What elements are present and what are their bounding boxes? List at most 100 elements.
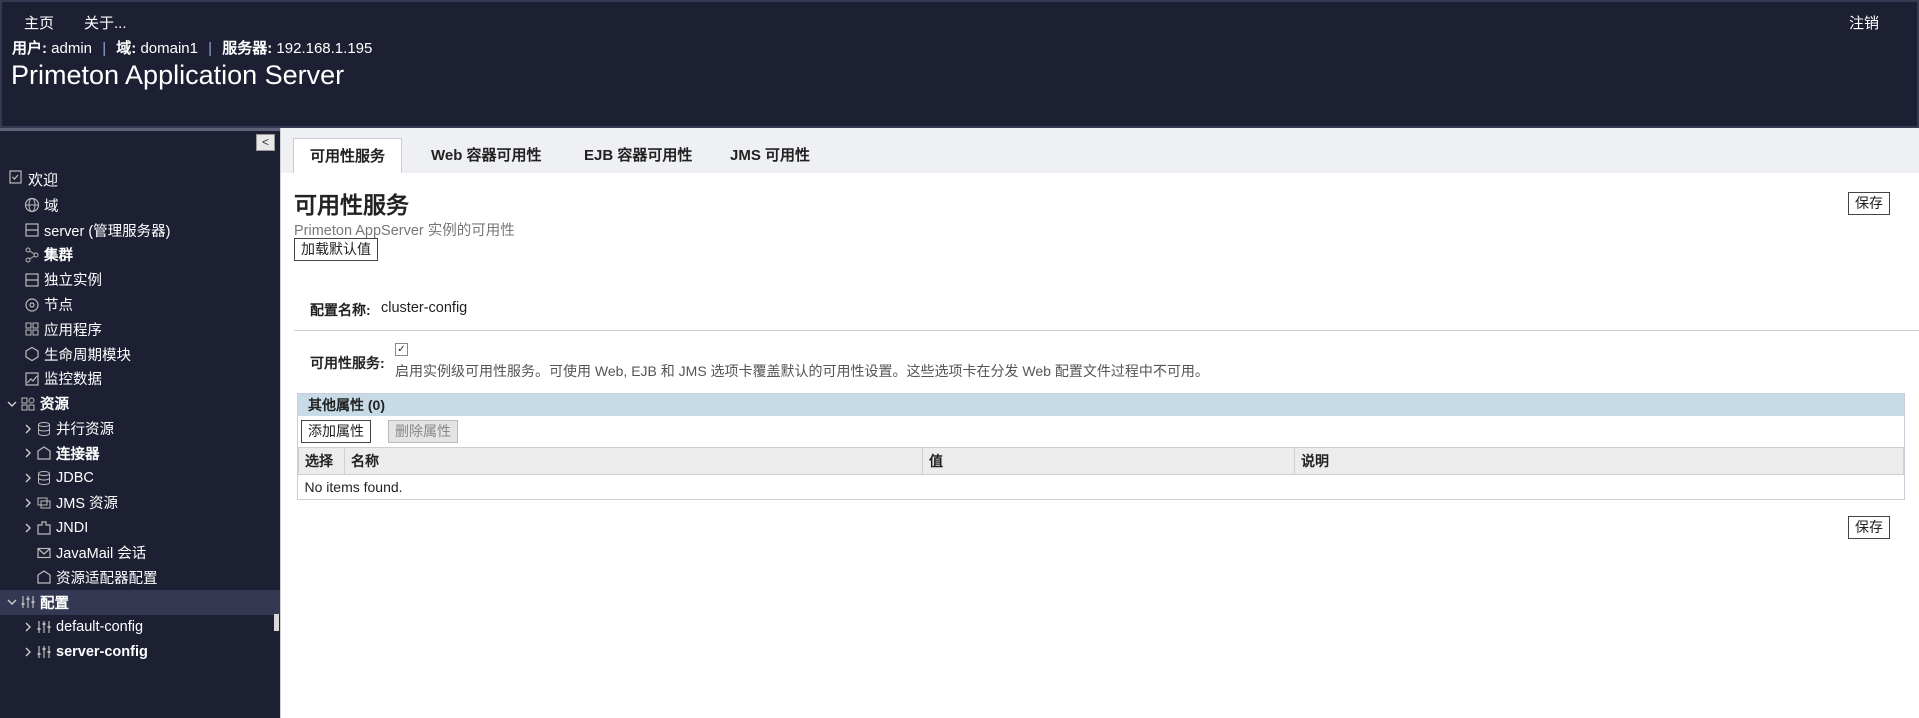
separator: | [208,40,213,57]
sidebar-item-label: 域 [44,198,59,215]
sidebar-item-lifecycle-modules[interactable]: 生命周期模块 [0,342,280,367]
sidebar-item-label: 应用程序 [44,322,102,339]
sidebar-item-label: 监控数据 [44,372,102,389]
server-icon [24,222,40,238]
sidebar-item-label: 节点 [44,298,73,315]
column-header-name[interactable]: 名称 [344,447,923,475]
add-property-button[interactable]: 添加属性 [301,420,371,443]
sidebar-item-connectors[interactable]: 连接器 [0,441,280,466]
load-defaults-button[interactable]: 加载默认值 [294,238,378,261]
sidebar-item-jdbc[interactable]: JDBC [0,466,280,491]
tab-ejb-container-availability[interactable]: EJB 容器可用性 [568,138,708,173]
properties-grid: 选择 名称 值 说明 No items found. [298,447,1904,499]
availability-service-checkbox[interactable]: ✓ [395,343,408,356]
chevron-right-icon[interactable] [22,522,34,534]
save-button-bottom[interactable]: 保存 [1848,516,1890,539]
chevron-right-icon[interactable] [22,646,34,658]
sidebar-item-server[interactable]: server (管理服务器) [0,218,280,243]
sidebar-item-label: JMS 资源 [56,496,119,513]
monitor-icon [24,371,40,387]
column-header-description[interactable]: 说明 [1294,447,1904,475]
availability-help-text: 启用实例级可用性服务。可使用 Web, EJB 和 JMS 选项卡覆盖默认的可用… [395,363,1209,379]
sidebar-item-javamail-sessions[interactable]: JavaMail 会话 [0,540,280,565]
node-icon [24,297,40,313]
sidebar-item-resource-adapter-configs[interactable]: 资源适配器配置 [0,565,280,590]
sidebar-item-clusters[interactable]: 集群 [0,243,280,268]
sidebar-item-label: default-config [56,618,144,635]
collapse-sidebar-button[interactable]: < [256,134,275,151]
table-title: 其他属性 (0) [298,394,1904,416]
empty-message: No items found. [298,474,1904,499]
config-name-value: cluster-config [381,300,468,316]
sidebar-item-concurrent-resources[interactable]: 并行资源 [0,416,280,441]
sidebar-item-label: 资源 [40,397,69,414]
user-info: 用户: admin | 域: domain1 | 服务器: 192.168.1.… [12,37,372,58]
table-toolbar: 添加属性 删除属性 [298,416,1904,447]
domain-value: domain1 [140,40,198,57]
nav-home-link[interactable]: 主页 [24,12,54,33]
sidebar-item-label: 生命周期模块 [44,347,131,364]
resources-icon [20,396,36,412]
top-nav: 主页 关于... [24,12,127,33]
sidebar-item-resources[interactable]: 资源 [0,391,280,416]
sidebar-item-monitoring-data[interactable]: 监控数据 [0,367,280,392]
sidebar-item-jndi[interactable]: JNDI [0,515,280,540]
sidebar-item-label: 并行资源 [56,422,114,439]
additional-properties-table: 其他属性 (0) 添加属性 删除属性 选择 名称 值 说明 No items f… [297,393,1905,500]
sidebar-item-applications[interactable]: 应用程序 [0,317,280,342]
chevron-right-icon[interactable] [22,497,34,509]
tab-availability-service[interactable]: 可用性服务 [293,138,403,173]
tab-web-container-availability[interactable]: Web 容器可用性 [415,138,558,173]
sidebar-item-default-config[interactable]: default-config [0,615,280,640]
sidebar-item-configurations[interactable]: 配置 [0,589,280,615]
checklist-icon [8,169,24,190]
delete-property-button[interactable]: 删除属性 [388,420,458,443]
logout-link[interactable]: 注销 [1849,12,1879,33]
sidebar-item-label: server (管理服务器) [44,223,171,240]
save-button-top[interactable]: 保存 [1848,192,1890,215]
chevron-right-icon[interactable] [22,423,34,435]
server-value: 192.168.1.195 [276,40,373,57]
availability-service-label: 可用性服务: [310,355,385,371]
tab-jms-availability[interactable]: JMS 可用性 [714,138,826,173]
server-label: 服务器: [222,40,273,57]
connector-icon [36,445,52,461]
sidebar-item-welcome[interactable]: 欢迎 [8,169,58,190]
sidebar-item-standalone-instances[interactable]: 独立实例 [0,267,280,292]
sidebar-item-label: 资源适配器配置 [56,570,158,587]
table-header-row: 选择 名称 值 说明 [298,447,1904,475]
apps-icon [24,321,40,337]
table-row: No items found. [298,474,1904,499]
page-subtitle: Primeton AppServer 实例的可用性 [294,223,515,239]
sidebar-item-server-config[interactable]: server-config [0,639,280,664]
chevron-right-icon[interactable] [22,621,34,633]
adapter-icon [36,569,52,585]
sidebar-item-label: server-config [56,643,148,660]
sidebar-item-nodes[interactable]: 节点 [0,292,280,317]
sidebar-item-label: 独立实例 [44,273,102,290]
chevron-right-icon[interactable] [22,447,34,459]
domain-label: 域: [116,40,137,57]
instance-icon [24,272,40,288]
sidebar-item-jms-resources[interactable]: JMS 资源 [0,491,280,516]
sidebar-scrollbar[interactable] [274,614,279,631]
nav-about-link[interactable]: 关于... [84,12,127,33]
chevron-down-icon[interactable] [6,596,18,608]
config-icon [36,644,52,660]
chevron-down-icon[interactable] [6,398,18,410]
sidebar-item-label: 集群 [44,248,73,265]
sidebar-item-domain[interactable]: 域 [0,193,280,218]
lifecycle-icon [24,346,40,362]
column-header-value[interactable]: 值 [922,447,1295,475]
app-title: Primeton Application Server [11,60,345,90]
tab-bar: 可用性服务 Web 容器可用性 EJB 容器可用性 JMS 可用性 [281,128,1919,173]
column-header-select[interactable]: 选择 [298,447,345,475]
jndi-icon [36,520,52,536]
config-icon [36,619,52,635]
sidebar-item-label: JDBC [56,470,94,487]
globe-icon [24,197,40,213]
chevron-right-icon[interactable] [22,472,34,484]
user-label: 用户: [12,40,47,57]
masthead: 主页 关于... 注销 用户: admin | 域: domain1 | 服务器… [0,0,1919,128]
database-icon [36,421,52,437]
